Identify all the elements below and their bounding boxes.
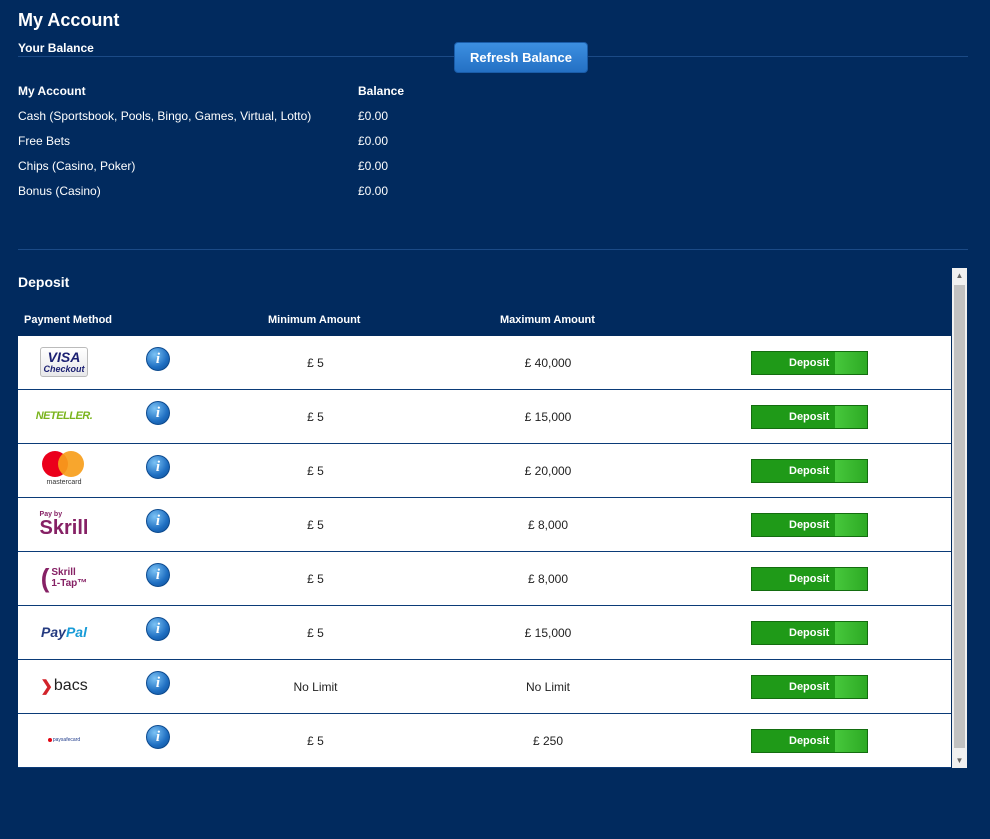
logo-text: Skrill: [39, 516, 89, 539]
paypal-logo: PayPal: [36, 612, 92, 652]
table-row: ( Skrill 1-Tap™ i £ 5 £ 8,000 Deposit: [18, 552, 951, 606]
logo-text: NETELLER.: [35, 410, 93, 422]
balance-value: £0.00: [358, 158, 389, 173]
table-row: Pay by Skrill i £ 5 £ 8,000 Deposit: [18, 498, 951, 552]
max-amount: £ 40,000: [524, 356, 572, 370]
min-amount: £ 5: [307, 626, 324, 640]
scroll-thumb[interactable]: [954, 285, 965, 748]
min-amount: £ 5: [307, 572, 324, 586]
logo-text: Pal: [65, 624, 87, 640]
max-amount: No Limit: [525, 680, 570, 694]
info-icon[interactable]: i: [146, 617, 170, 641]
balance-row: Free Bets £0.00: [18, 128, 518, 153]
logo-text: Pay: [41, 624, 66, 640]
info-icon[interactable]: i: [146, 509, 170, 533]
neteller-logo: NETELLER.: [35, 396, 93, 436]
info-icon[interactable]: i: [146, 455, 170, 479]
scroll-down-arrow-icon[interactable]: ▼: [952, 753, 967, 768]
deposit-table: Payment Method Minimum Amount Maximum Am…: [18, 303, 951, 768]
balance-row: Chips (Casino, Poker) £0.00: [18, 153, 518, 178]
deposit-button[interactable]: Deposit: [751, 621, 868, 645]
deposit-button[interactable]: Deposit: [751, 459, 868, 483]
min-amount: £ 5: [307, 464, 324, 478]
balance-label: Free Bets: [18, 133, 71, 148]
skrill-1-tap-logo: ( Skrill 1-Tap™: [36, 558, 92, 598]
paysafecard-logo: paysafecard: [36, 720, 92, 760]
balance-value: £0.00: [358, 133, 389, 148]
col-payment-method: Payment Method: [24, 314, 113, 326]
info-icon[interactable]: i: [146, 725, 170, 749]
deposit-button[interactable]: Deposit: [751, 351, 868, 375]
min-amount: £ 5: [307, 356, 324, 370]
info-icon[interactable]: i: [146, 563, 170, 587]
balance-label: Cash (Sportsbook, Pools, Bingo, Games, V…: [18, 108, 312, 123]
logo-text: bacs: [53, 677, 88, 694]
refresh-balance-button[interactable]: Refresh Balance: [454, 42, 588, 73]
deposit-button[interactable]: Deposit: [751, 567, 868, 591]
min-amount: £ 5: [307, 518, 324, 532]
col-balance: Balance: [358, 83, 405, 98]
balance-table: My Account Balance Cash (Sportsbook, Poo…: [18, 78, 518, 203]
paysafecard-dot-icon: [47, 738, 52, 742]
col-minimum-amount: Minimum Amount: [268, 314, 361, 326]
bacs-logo: ❯ bacs: [36, 666, 92, 706]
table-row: PayPal i £ 5 £ 15,000 Deposit: [18, 606, 951, 660]
deposit-button[interactable]: Deposit: [751, 729, 868, 753]
logo-text: 1-Tap™: [51, 578, 88, 589]
balance-header-row: My Account Balance: [18, 78, 518, 103]
balance-value: £0.00: [358, 108, 389, 123]
deposit-table-header: Payment Method Minimum Amount Maximum Am…: [18, 303, 951, 336]
table-row: mastercard i £ 5 £ 20,000 Deposit: [18, 444, 951, 498]
vertical-scrollbar[interactable]: ▲ ▼: [952, 268, 967, 768]
skrill-mark-icon: (: [40, 563, 50, 593]
logo-text: VISA: [47, 349, 81, 365]
max-amount: £ 20,000: [524, 464, 572, 478]
table-row: VISA Checkout i £ 5 £ 40,000 Deposit: [18, 336, 951, 390]
scroll-up-arrow-icon[interactable]: ▲: [952, 268, 967, 283]
info-icon[interactable]: i: [146, 401, 170, 425]
skrill-logo: Pay by Skrill: [36, 504, 92, 544]
logo-text: paysafecard: [52, 737, 81, 743]
bacs-mark-icon: ❯: [40, 678, 53, 695]
page-title: My Account: [18, 10, 120, 30]
logo-text: Checkout: [43, 364, 85, 374]
balance-section-title: Your Balance: [18, 41, 94, 55]
max-amount: £ 15,000: [524, 626, 572, 640]
mastercard-logo: mastercard: [36, 450, 92, 490]
balance-value: £0.00: [358, 183, 389, 198]
divider: [18, 249, 968, 250]
table-row: paysafecard i £ 5 £ 250 Deposit: [18, 714, 951, 768]
table-row: NETELLER. i £ 5 £ 15,000 Deposit: [18, 390, 951, 444]
logo-text: Skrill: [51, 567, 76, 578]
table-row: ❯ bacs i No Limit No Limit Deposit: [18, 660, 951, 714]
info-icon[interactable]: i: [146, 671, 170, 695]
deposit-button[interactable]: Deposit: [751, 405, 868, 429]
max-amount: £ 15,000: [524, 410, 572, 424]
max-amount: £ 8,000: [527, 572, 569, 586]
min-amount: £ 5: [307, 410, 324, 424]
min-amount: No Limit: [293, 680, 338, 694]
info-icon[interactable]: i: [146, 347, 170, 371]
balance-label: Chips (Casino, Poker): [18, 158, 136, 173]
deposit-section-title: Deposit: [18, 274, 70, 290]
deposit-button[interactable]: Deposit: [751, 675, 868, 699]
visa-checkout-logo: VISA Checkout: [36, 342, 92, 382]
balance-label: Bonus (Casino): [18, 183, 101, 198]
balance-row: Bonus (Casino) £0.00: [18, 178, 518, 203]
col-account: My Account: [18, 83, 86, 98]
min-amount: £ 5: [307, 734, 324, 748]
logo-text: mastercard: [46, 479, 82, 486]
col-maximum-amount: Maximum Amount: [500, 314, 595, 326]
deposit-button[interactable]: Deposit: [751, 513, 868, 537]
mastercard-orange-circle: [58, 451, 84, 477]
balance-row: Cash (Sportsbook, Pools, Bingo, Games, V…: [18, 103, 518, 128]
max-amount: £ 250: [532, 734, 564, 748]
max-amount: £ 8,000: [527, 518, 569, 532]
